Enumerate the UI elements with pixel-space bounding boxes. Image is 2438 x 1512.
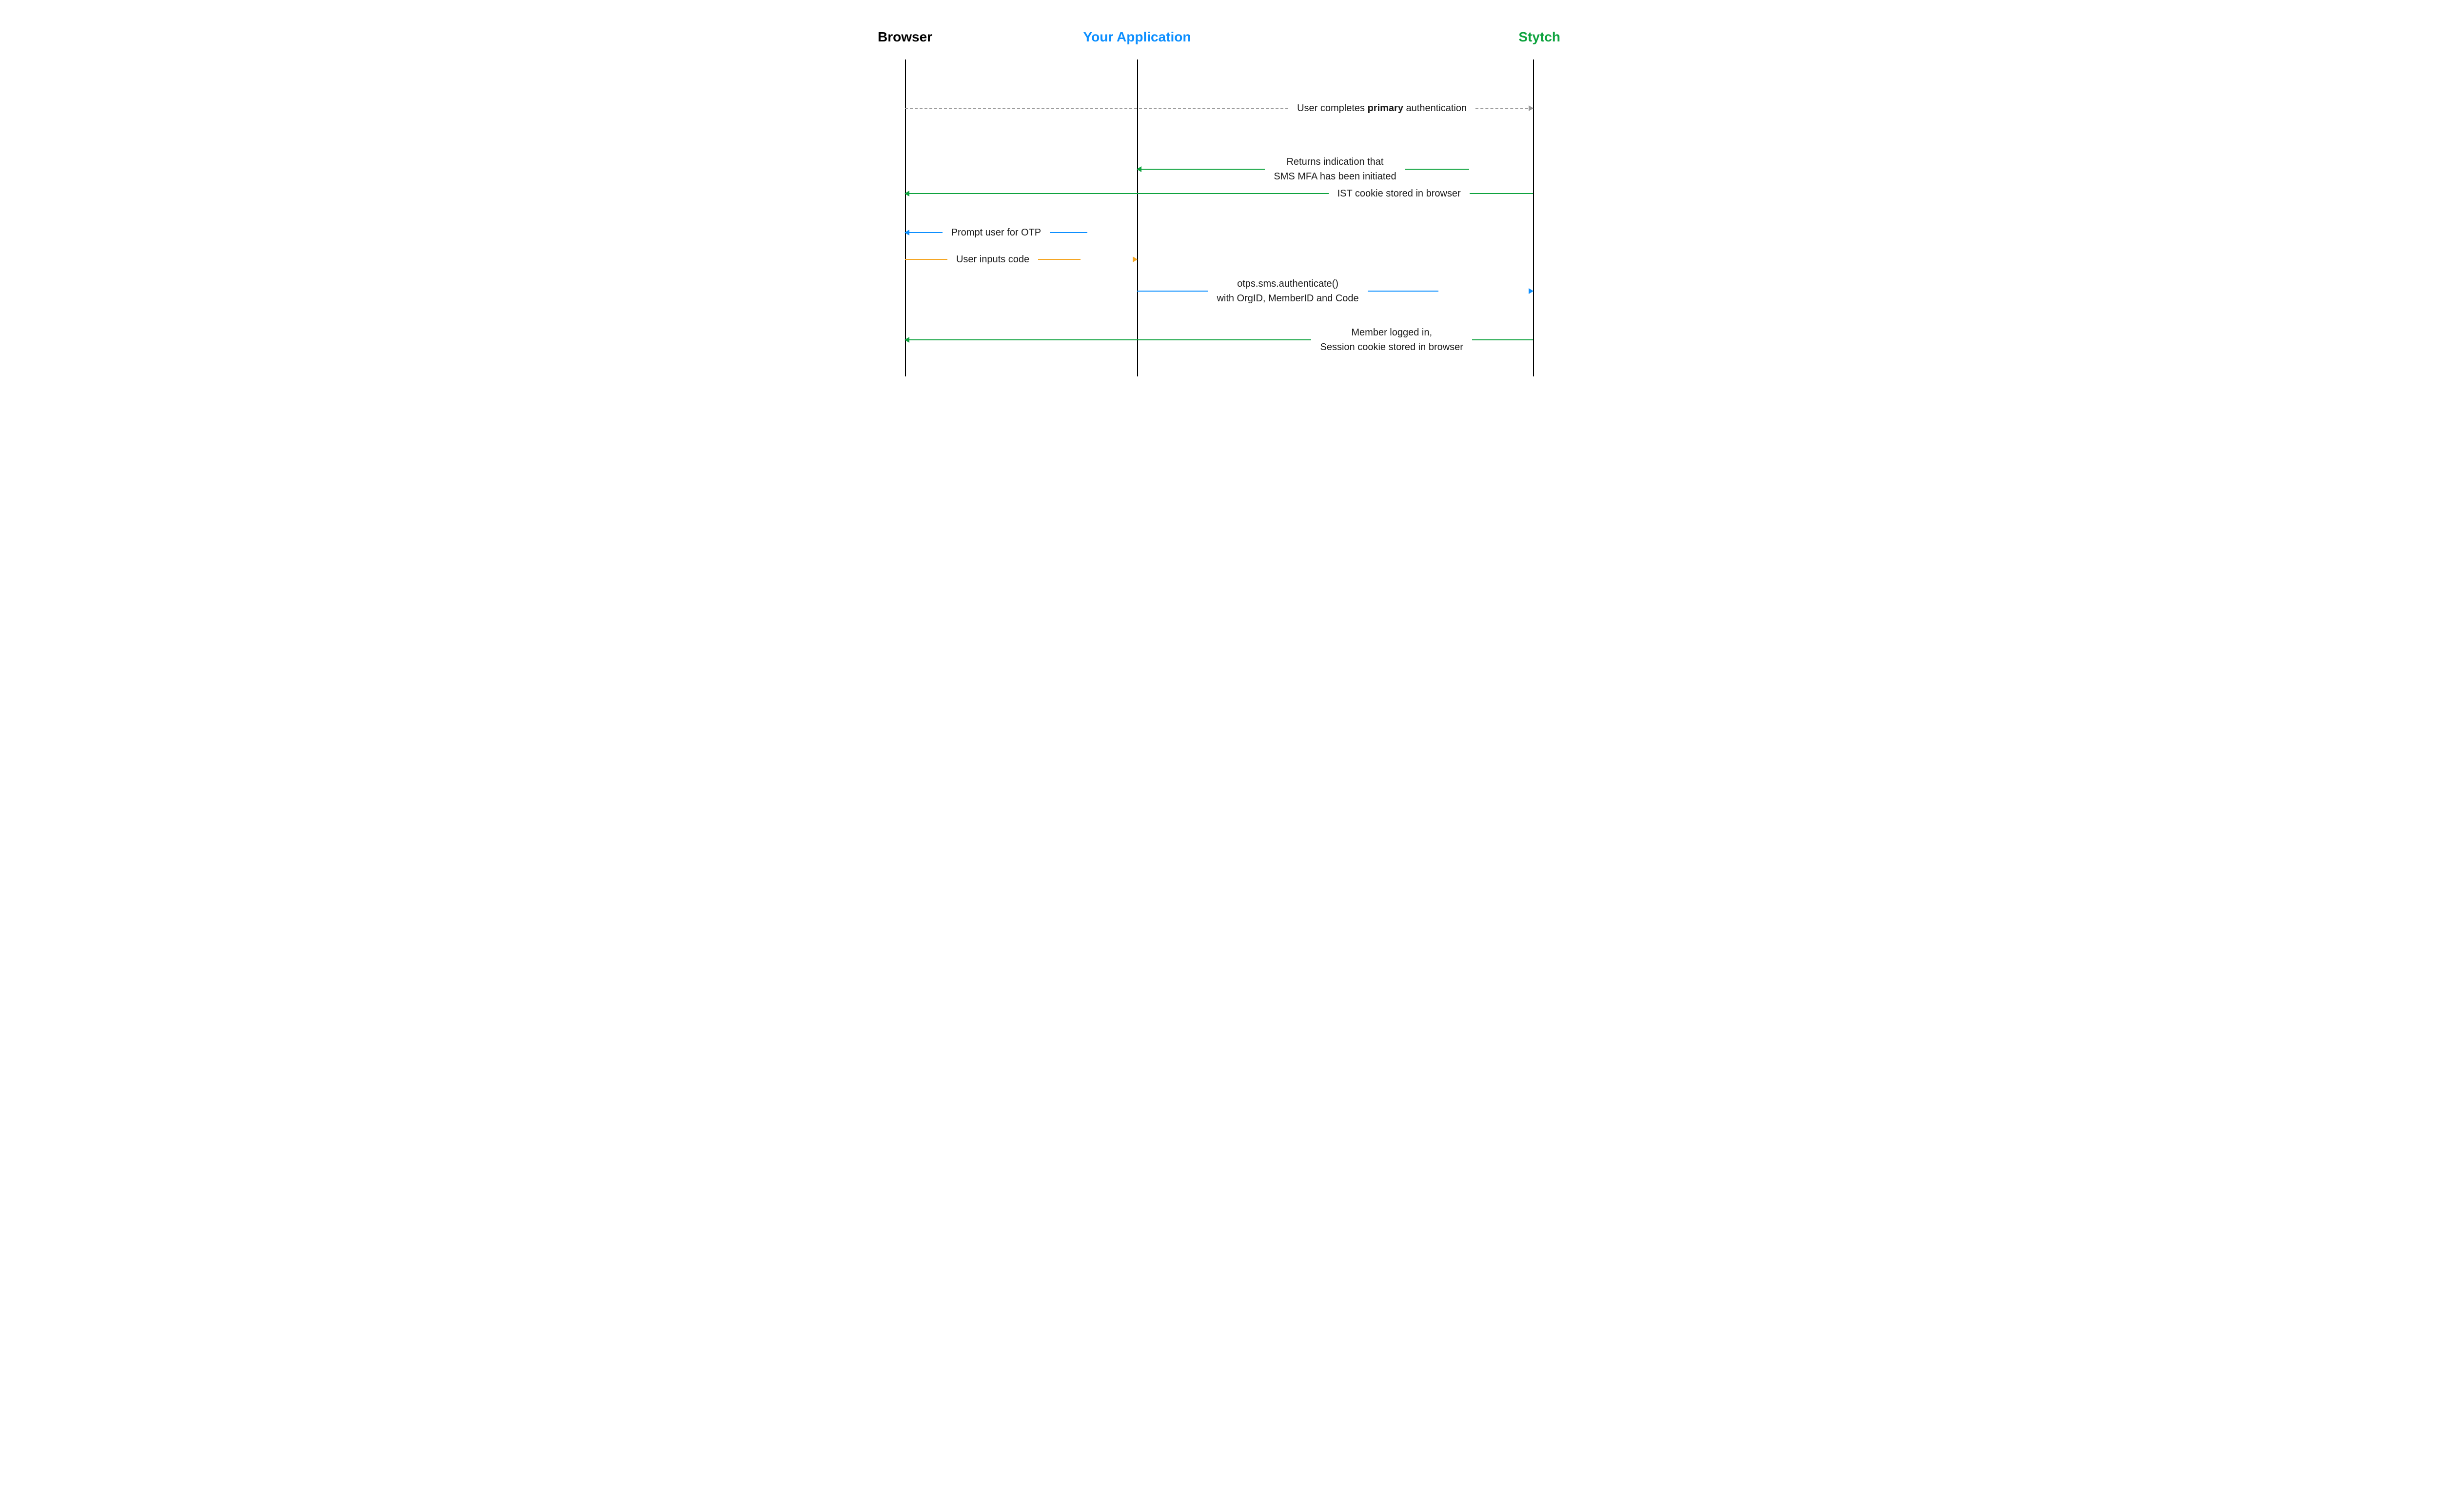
message-ist-cookie: IST cookie stored in browser	[905, 186, 1533, 201]
message-label: otps.sms.authenticate() with OrgID, Memb…	[1208, 276, 1367, 306]
timeline: User completes primary authentication Re…	[878, 59, 1560, 376]
message-label: User inputs code	[947, 252, 1038, 267]
message-label: IST cookie stored in browser	[1329, 186, 1470, 201]
participant-headers: Browser Your Application Stytch	[878, 29, 1560, 45]
participant-stytch: Stytch	[1518, 29, 1560, 45]
message-returns-indication: Returns indication that SMS MFA has been…	[1137, 155, 1533, 184]
message-label: Returns indication that SMS MFA has been…	[1265, 155, 1405, 184]
participant-application: Your Application	[1083, 29, 1191, 45]
message-logged-in: Member logged in, Session cookie stored …	[905, 325, 1533, 354]
message-label: User completes primary authentication	[1288, 101, 1475, 116]
message-authenticate: otps.sms.authenticate() with OrgID, Memb…	[1137, 276, 1533, 306]
sequence-diagram: Browser Your Application Stytch User com…	[878, 29, 1560, 376]
message-label: Prompt user for OTP	[943, 225, 1050, 240]
message-user-inputs: User inputs code	[905, 252, 1137, 267]
message-primary-auth: User completes primary authentication	[905, 101, 1533, 116]
message-prompt-otp: Prompt user for OTP	[905, 225, 1137, 240]
message-label: Member logged in, Session cookie stored …	[1311, 325, 1472, 354]
participant-browser: Browser	[878, 29, 932, 45]
